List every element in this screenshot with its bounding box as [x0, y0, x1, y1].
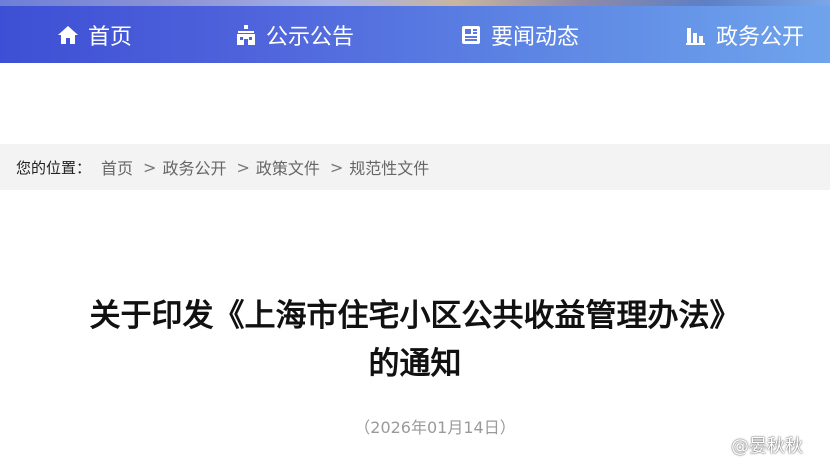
- bar-chart-icon: [684, 23, 708, 47]
- nav-item-gov-affairs[interactable]: 政务公开: [684, 6, 804, 63]
- breadcrumb: 您的位置： 首页 > 政务公开 > 政策文件 > 规范性文件: [0, 144, 830, 190]
- breadcrumb-separator: >: [236, 157, 250, 177]
- nav-item-notice[interactable]: 公示公告: [234, 6, 354, 63]
- watermark-text: @晏秋秋: [731, 436, 803, 457]
- breadcrumb-item-gov-affairs[interactable]: 政务公开: [162, 155, 226, 179]
- nav-item-news[interactable]: 要闻动态: [459, 6, 579, 63]
- main-navbar: 首页 公示公告 要闻动态 政务公开: [0, 6, 830, 63]
- breadcrumb-item-normative-docs[interactable]: 规范性文件: [349, 155, 429, 179]
- breadcrumb-separator: >: [329, 157, 344, 177]
- building-icon: [234, 23, 258, 47]
- page: 首页 公示公告 要闻动态 政务公开 您的位置： 首页 > 政务公开 > 政策文件…: [0, 0, 830, 467]
- newspaper-icon: [459, 23, 483, 47]
- breadcrumb-separator: >: [143, 157, 157, 177]
- nav-item-label: 要闻动态: [491, 24, 580, 50]
- breadcrumb-item-home[interactable]: 首页: [101, 155, 133, 179]
- nav-item-label: 首页: [88, 24, 133, 50]
- watermark: @晏秋秋: [705, 432, 803, 458]
- article-title: 关于印发《上海市住宅小区公共收益管理办法》的通知: [89, 298, 741, 382]
- home-icon: [56, 23, 80, 47]
- nav-item-label: 政务公开: [716, 24, 805, 50]
- nav-item-home[interactable]: 首页: [56, 6, 132, 63]
- breadcrumb-item-policy-docs[interactable]: 政策文件: [256, 155, 320, 179]
- nav-item-label: 公示公告: [266, 24, 355, 50]
- weibo-icon: [705, 437, 726, 454]
- breadcrumb-label: 您的位置：: [16, 158, 92, 177]
